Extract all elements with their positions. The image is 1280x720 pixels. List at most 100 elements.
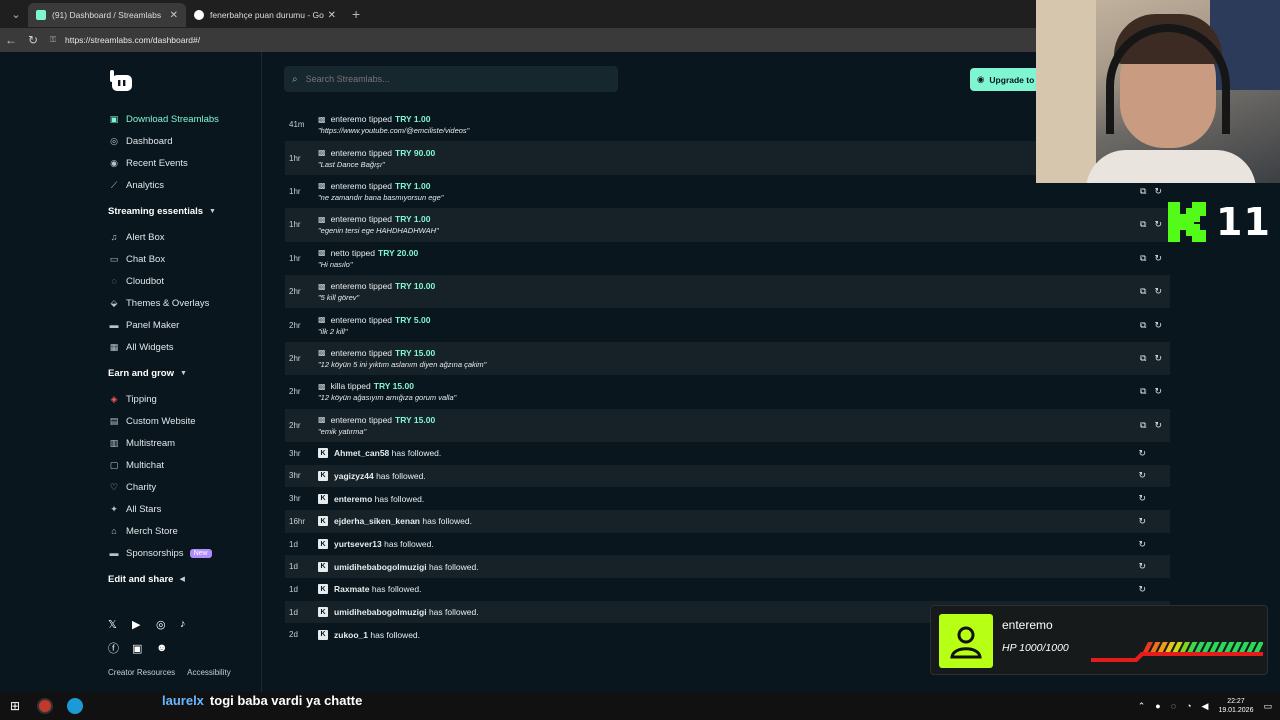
- url-field[interactable]: ⚿ https://streamlabs.com/dashboard#/: [50, 31, 650, 49]
- caret-down-icon: ▼: [209, 207, 216, 215]
- follow-event-row: 1d Kumidihebabogolmuzigi has followed. ↻: [285, 555, 1170, 579]
- sidebar-item-recent-events[interactable]: ◉ Recent Events: [108, 152, 258, 174]
- sidebar-item-custom-website[interactable]: ▤ Custom Website: [108, 410, 258, 432]
- x-icon[interactable]: 𝕏: [108, 612, 132, 636]
- replay-icon[interactable]: ↻: [1138, 516, 1146, 527]
- kick-icon: K: [318, 629, 328, 640]
- copy-icon[interactable]: ⧉: [1140, 420, 1146, 431]
- replay-icon[interactable]: ↻: [1138, 493, 1146, 504]
- chat-icon: ▭: [109, 253, 119, 264]
- instagram-icon[interactable]: ◎: [156, 612, 180, 636]
- sidebar-item-dashboard[interactable]: ◎ Dashboard: [108, 130, 258, 152]
- copy-icon[interactable]: ⧉: [1140, 186, 1146, 197]
- sidebar-item-multichat[interactable]: ▢ Multichat: [108, 454, 258, 476]
- replay-icon[interactable]: ↻: [1154, 386, 1162, 397]
- widgets-grid-icon: ▦: [109, 341, 119, 352]
- taskbar-app-icon[interactable]: [30, 694, 60, 718]
- sidebar-item-themes[interactable]: ⬙ Themes & Overlays: [108, 292, 258, 314]
- close-tab-icon[interactable]: ✕: [170, 10, 178, 21]
- reload-icon[interactable]: ↻: [22, 33, 44, 47]
- multichat-icon: ▢: [109, 459, 119, 470]
- sidebar-item-charity[interactable]: ♡ Charity: [108, 476, 258, 498]
- sidebar-item-label: Cloudbot: [126, 275, 165, 287]
- sidebar-item-chat-box[interactable]: ▭ Chat Box: [108, 248, 258, 270]
- sidebar-item-label: Chat Box: [126, 253, 166, 265]
- sidebar-item-all-widgets[interactable]: ▦ All Widgets: [108, 336, 258, 358]
- streamlabs-logo-icon[interactable]: [108, 70, 134, 92]
- volume-icon[interactable]: ◀: [1202, 701, 1209, 712]
- sidebar-item-analytics[interactable]: ⟋ Analytics: [108, 174, 258, 196]
- tip-amount: TRY 1.00: [395, 114, 431, 125]
- replay-icon[interactable]: ↻: [1138, 448, 1146, 459]
- browser-tab-google[interactable]: fenerbahçe puan durumu - Googl ✕: [186, 3, 344, 27]
- replay-icon[interactable]: ↻: [1138, 584, 1146, 595]
- sidebar-item-multistream[interactable]: ▥ Multistream: [108, 432, 258, 454]
- sidebar-item-merch-store[interactable]: ⌂ Merch Store: [108, 520, 258, 542]
- replay-icon[interactable]: ↻: [1138, 561, 1146, 572]
- store-icon: ⌂: [111, 526, 117, 536]
- edge-browser-icon[interactable]: [60, 694, 90, 718]
- copy-icon[interactable]: ⧉: [1140, 386, 1146, 397]
- replay-icon[interactable]: ↻: [1154, 320, 1162, 331]
- close-tab-icon[interactable]: ✕: [328, 10, 336, 21]
- browser-tab-streamlabs[interactable]: (91) Dashboard / Streamlabs ✕: [28, 3, 186, 27]
- accessibility-link[interactable]: Accessibility: [187, 668, 231, 677]
- sidebar-item-tipping[interactable]: ◈ Tipping: [108, 388, 258, 410]
- tab-search-chevron-icon[interactable]: ⌄: [4, 2, 28, 26]
- facebook-icon[interactable]: ⓕ: [108, 636, 132, 660]
- new-tab-plus-icon[interactable]: +: [352, 6, 360, 22]
- hp-bar-base: [1091, 652, 1263, 662]
- copy-icon[interactable]: ⧉: [1140, 353, 1146, 364]
- tip-amount: TRY 15.00: [395, 347, 436, 358]
- tab-title: (91) Dashboard / Streamlabs: [52, 10, 162, 20]
- replay-icon[interactable]: ↻: [1138, 470, 1146, 481]
- discord-icon[interactable]: ☻: [156, 636, 180, 660]
- alert-bell-icon: ♫: [110, 232, 118, 242]
- replay-icon[interactable]: ↻: [1154, 186, 1162, 197]
- kick-icon: K: [318, 470, 328, 481]
- back-arrow-icon[interactable]: ←: [0, 33, 22, 47]
- copy-icon[interactable]: ⧉: [1140, 286, 1146, 297]
- copy-icon[interactable]: ⧉: [1140, 253, 1146, 264]
- replay-icon[interactable]: ↻: [1138, 539, 1146, 550]
- sidebar-item-alert-box[interactable]: ♫ Alert Box: [108, 226, 258, 248]
- copy-icon[interactable]: ⧉: [1140, 219, 1146, 230]
- windows-start-icon[interactable]: ⊞: [0, 699, 30, 713]
- sidebar-item-cloudbot[interactable]: ◌ Cloudbot: [108, 270, 258, 292]
- event-time: 1d: [289, 562, 298, 572]
- microphone-icon[interactable]: ●: [1155, 701, 1160, 711]
- tiktok-icon[interactable]: ♪: [180, 612, 204, 636]
- sidebar-item-download[interactable]: ▣ Download Streamlabs: [108, 108, 258, 130]
- replay-icon[interactable]: ↻: [1154, 353, 1162, 364]
- search-bar[interactable]: ⌕: [284, 66, 618, 92]
- section-label: Streaming essentials: [108, 205, 204, 217]
- sidebar-item-label: Panel Maker: [126, 319, 180, 331]
- replay-icon[interactable]: ↻: [1154, 420, 1162, 431]
- youtube-icon[interactable]: ▶: [132, 612, 156, 636]
- wifi-icon[interactable]: ◔: [1186, 701, 1191, 711]
- chevron-up-icon[interactable]: ⌃: [1138, 701, 1146, 712]
- tip-icon: ▩: [318, 381, 326, 391]
- network-icon[interactable]: ◌: [1171, 701, 1176, 711]
- creator-resources-link[interactable]: Creator Resources: [108, 668, 175, 677]
- sidebar-item-panel-maker[interactable]: ▬ Panel Maker: [108, 314, 258, 336]
- notifications-icon[interactable]: ▭: [1263, 701, 1272, 712]
- copy-icon[interactable]: ⧉: [1140, 320, 1146, 331]
- upgrade-label: Upgrade to: [989, 74, 1035, 85]
- replay-icon[interactable]: ↻: [1154, 219, 1162, 230]
- replay-icon[interactable]: ↻: [1154, 253, 1162, 264]
- panel-icon: ▬: [109, 320, 119, 330]
- linkedin-icon[interactable]: ▣: [132, 636, 156, 660]
- sidebar-item-sponsorships[interactable]: ▬ Sponsorships New: [108, 542, 258, 564]
- section-earn-and-grow[interactable]: Earn and grow ▼: [108, 358, 258, 388]
- section-edit-and-share[interactable]: Edit and share ◀: [108, 564, 258, 594]
- taskbar-clock[interactable]: 22:27 19.01.2026: [1218, 697, 1253, 715]
- event-verb: tipped: [368, 147, 393, 158]
- follow-text: has followed.: [371, 584, 422, 595]
- sidebar-item-all-stars[interactable]: ✦ All Stars: [108, 498, 258, 520]
- site-info-icon[interactable]: ⚿: [50, 35, 60, 45]
- section-streaming-essentials[interactable]: Streaming essentials ▼: [108, 196, 258, 226]
- replay-icon[interactable]: ↻: [1154, 286, 1162, 297]
- upgrade-button[interactable]: ◉ Upgrade to: [970, 68, 1040, 91]
- search-input[interactable]: [305, 74, 596, 84]
